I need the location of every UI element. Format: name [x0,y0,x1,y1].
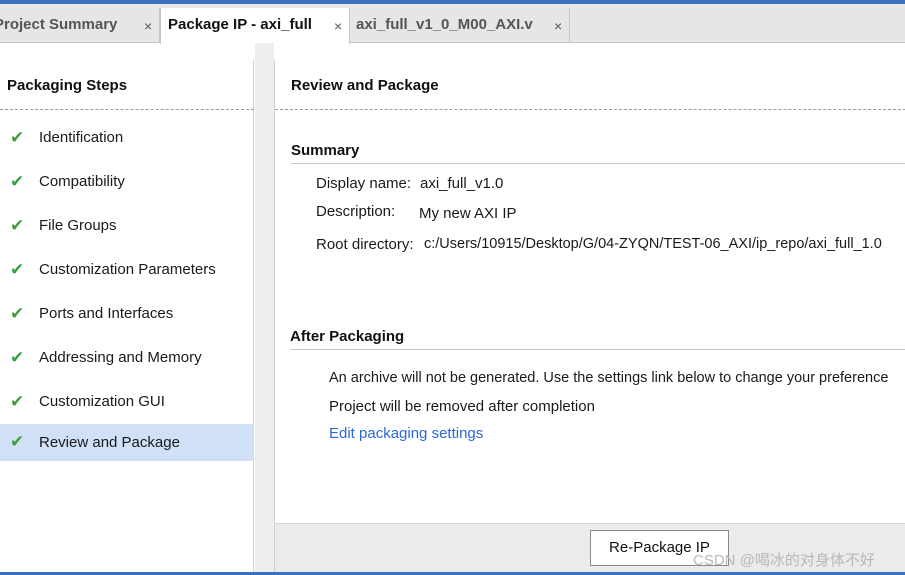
step-review-and-package[interactable]: ✔ Review and Package [0,424,254,461]
step-label: Identification [39,129,124,146]
close-icon[interactable]: × [144,18,152,34]
description-value: My new AXI IP [419,205,517,222]
section-divider [291,163,905,164]
panel-gutter [255,43,274,572]
editor-tab-bar: Project Summary × Package IP - axi_full … [0,4,905,44]
check-icon: ✔ [10,172,25,191]
tab-label: axi_full_v1_0_M00_AXI.v [356,16,533,33]
step-customization-parameters[interactable]: ✔ Customization Parameters [0,248,254,292]
check-icon: ✔ [10,304,25,323]
tab-label: Package IP - axi_full [168,16,312,33]
divider [275,109,905,110]
check-icon: ✔ [10,128,25,147]
packaging-steps-panel: Packaging Steps ✔ Identification ✔ Compa… [0,60,254,572]
divider [0,109,254,110]
step-label: Addressing and Memory [39,349,202,366]
edit-packaging-settings-link[interactable]: Edit packaging settings [329,425,483,442]
project-removal-text: Project will be removed after completion [329,398,595,415]
step-label: Ports and Interfaces [39,305,174,322]
section-divider [291,349,905,350]
step-ports-and-interfaces[interactable]: ✔ Ports and Interfaces [0,292,254,336]
check-icon: ✔ [10,260,25,279]
close-icon[interactable]: × [334,18,342,34]
step-label: Compatibility [39,173,125,190]
step-customization-gui[interactable]: ✔ Customization GUI [0,380,254,424]
root-directory-label: Root directory: [316,236,414,253]
step-compatibility[interactable]: ✔ Compatibility [0,160,254,204]
step-label: File Groups [39,217,117,234]
step-label: Customization GUI [39,393,165,410]
packaging-steps-list: ✔ Identification ✔ Compatibility ✔ File … [0,116,254,461]
display-name-value: axi_full_v1.0 [420,175,504,192]
summary-section-title: Summary [291,142,360,159]
description-label: Description: [316,203,396,220]
review-and-package-panel: Review and Package Summary Display name:… [274,60,905,572]
watermark: CSDN @喝冰的对身体不好 [693,552,875,569]
page-title: Review and Package [291,77,439,94]
step-identification[interactable]: ✔ Identification [0,116,254,160]
tab-project-summary[interactable]: Project Summary × [0,8,160,43]
check-icon: ✔ [10,392,25,411]
check-icon: ✔ [10,216,25,235]
display-name-label: Display name: [316,175,412,192]
tab-verilog-file[interactable]: axi_full_v1_0_M00_AXI.v × [350,8,570,43]
tab-package-ip[interactable]: Package IP - axi_full × [160,8,350,44]
step-label: Customization Parameters [39,261,216,278]
step-label: Review and Package [39,434,180,451]
tab-label: Project Summary [0,16,118,33]
close-icon[interactable]: × [554,18,562,34]
root-directory-value: c:/Users/10915/Desktop/G/04-ZYQN/TEST-06… [424,236,882,252]
packaging-steps-title: Packaging Steps [7,77,128,94]
check-icon: ✔ [10,432,25,451]
archive-info-text: An archive will not be generated. Use th… [329,370,889,386]
after-packaging-section-title: After Packaging [290,328,405,345]
step-file-groups[interactable]: ✔ File Groups [0,204,254,248]
check-icon: ✔ [10,348,25,367]
step-addressing-and-memory[interactable]: ✔ Addressing and Memory [0,336,254,380]
